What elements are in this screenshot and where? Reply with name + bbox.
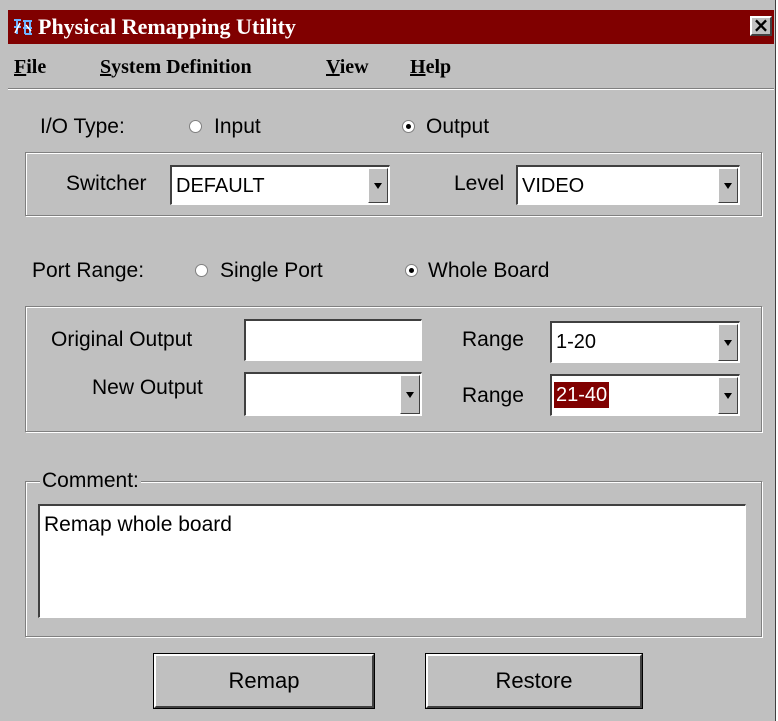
new-range-label: Range <box>462 384 524 407</box>
port-range-whole-label[interactable]: Whole Board <box>428 258 549 284</box>
io-type-input-radio[interactable] <box>189 120 202 133</box>
new-output-label: New Output <box>92 376 203 399</box>
app-icon <box>12 17 34 37</box>
title-bar[interactable]: Physical Remapping Utility × <box>8 10 774 44</box>
menu-help-mnemonic: H <box>410 56 426 78</box>
io-type-output-label[interactable]: Output <box>426 114 489 140</box>
port-range-single-radio[interactable] <box>195 264 208 277</box>
window-title: Physical Remapping Utility <box>38 14 296 39</box>
menu-help[interactable]: Help <box>410 56 451 79</box>
level-combo[interactable]: VIDEO <box>516 165 740 205</box>
restore-button[interactable]: Restore <box>425 653 643 709</box>
menu-separator <box>8 88 774 90</box>
port-range-whole-radio[interactable] <box>405 264 418 277</box>
original-range-value: 1-20 <box>556 331 597 353</box>
menu-bar: File System Definition View Help <box>8 46 774 88</box>
comment-textarea[interactable]: Remap whole board <box>38 504 746 618</box>
chevron-down-icon <box>374 182 382 189</box>
menu-view-mnemonic: V <box>326 56 340 78</box>
menu-file-mnemonic: F <box>14 56 27 78</box>
original-output-input[interactable] <box>244 319 422 361</box>
remap-button[interactable]: Remap <box>153 653 375 709</box>
original-range-combo[interactable]: 1-20 <box>550 321 740 363</box>
level-label: Level <box>454 172 505 195</box>
new-range-value: 21-40 <box>554 382 610 408</box>
menu-help-label: elp <box>425 56 452 78</box>
level-dropdown-button[interactable] <box>718 168 738 203</box>
menu-system-definition-label: ystem Definition <box>111 56 252 78</box>
new-output-combo[interactable] <box>244 372 422 416</box>
original-output-label: Original Output <box>51 328 193 351</box>
original-range-label: Range <box>462 328 524 351</box>
comment-label: Comment: <box>40 468 141 494</box>
new-range-dropdown-button[interactable] <box>718 377 738 414</box>
io-type-output-radio[interactable] <box>402 120 415 133</box>
switcher-dropdown-button[interactable] <box>368 168 388 203</box>
chevron-down-icon <box>724 339 732 346</box>
io-type-input-label[interactable]: Input <box>214 114 261 140</box>
close-icon: × <box>752 13 770 37</box>
port-range-label: Port Range: <box>32 259 145 282</box>
original-range-dropdown-button[interactable] <box>718 324 738 361</box>
chevron-down-icon <box>724 392 732 399</box>
new-range-combo[interactable]: 21-40 <box>550 374 740 416</box>
remapping-window: Physical Remapping Utility × File System… <box>0 0 776 721</box>
close-button[interactable]: × <box>750 13 772 37</box>
switcher-label: Switcher <box>66 172 147 195</box>
new-output-dropdown-button[interactable] <box>400 375 420 414</box>
chevron-down-icon <box>406 391 414 398</box>
menu-system-definition[interactable]: System Definition <box>100 56 252 79</box>
menu-view[interactable]: View <box>326 56 369 79</box>
menu-file[interactable]: File <box>14 56 46 79</box>
chevron-down-icon <box>724 182 732 189</box>
switcher-value: DEFAULT <box>176 175 265 197</box>
port-range-single-label[interactable]: Single Port <box>220 258 323 284</box>
menu-file-label: ile <box>26 56 47 78</box>
level-value: VIDEO <box>522 175 585 197</box>
menu-system-definition-mnemonic: S <box>100 56 112 78</box>
io-type-label: I/O Type: <box>40 115 125 138</box>
menu-view-label: iew <box>339 56 369 78</box>
switcher-combo[interactable]: DEFAULT <box>170 165 390 205</box>
